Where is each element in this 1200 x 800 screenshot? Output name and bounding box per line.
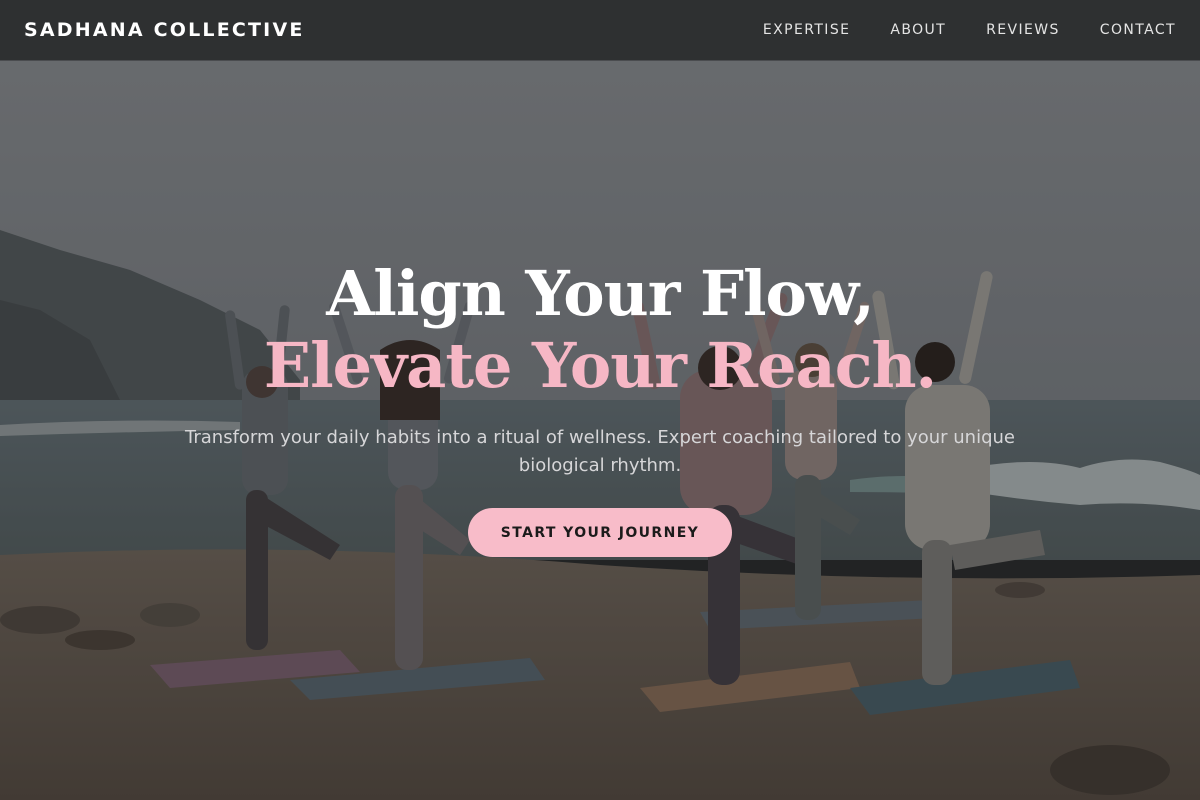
top-navbar: SADHANA COLLECTIVE EXPERTISE ABOUT REVIE… <box>0 0 1200 61</box>
nav-link-expertise[interactable]: EXPERTISE <box>763 22 850 38</box>
hero-subtitle: Transform your daily habits into a ritua… <box>185 427 1015 476</box>
hero-content: Align Your Flow, Elevate Your Reach. Tra… <box>0 258 1200 557</box>
headline-line-1: Align Your Flow, <box>326 257 875 330</box>
headline-line-2: Elevate Your Reach. <box>263 329 937 402</box>
brand-logo[interactable]: SADHANA COLLECTIVE <box>24 19 305 41</box>
nav-links: EXPERTISE ABOUT REVIEWS CONTACT <box>723 22 1176 38</box>
nav-link-about[interactable]: ABOUT <box>890 22 946 38</box>
hero-headline: Align Your Flow, Elevate Your Reach. <box>263 257 937 402</box>
nav-link-contact[interactable]: CONTACT <box>1100 22 1176 38</box>
start-journey-button[interactable]: START YOUR JOURNEY <box>468 508 732 557</box>
nav-link-reviews[interactable]: REVIEWS <box>986 22 1060 38</box>
